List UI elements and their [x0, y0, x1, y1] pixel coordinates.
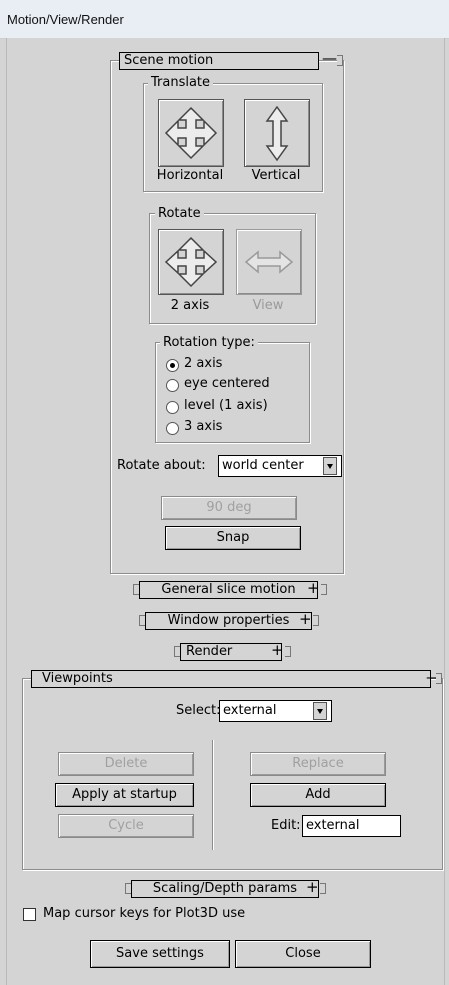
motion-view-render-window: Motion/View/Render Scene motion — Transl…: [0, 0, 449, 985]
scaling-depth-expand-icon[interactable]: +: [306, 880, 319, 896]
general-slice-motion-label: General slice motion: [161, 582, 296, 597]
window-title: Motion/View/Render: [7, 12, 124, 27]
window-properties-end: [313, 615, 319, 626]
viewpoints-header-end: [436, 673, 442, 684]
title-bar: Motion/View/Render: [0, 0, 449, 39]
scaling-depth-label: Scaling/Depth params: [152, 881, 298, 896]
render-label: Render: [186, 644, 233, 659]
scaling-depth-header-button[interactable]: Scaling/Depth params: [131, 880, 319, 898]
replace-viewpoint-button[interactable]: Replace: [250, 752, 386, 776]
four-way-arrow-icon: [164, 106, 218, 160]
window-properties-expand-icon[interactable]: +: [299, 612, 312, 628]
viewpoint-edit-value: external: [306, 818, 360, 833]
translate-vertical-button[interactable]: [244, 99, 310, 167]
translate-vertical-label: Vertical: [251, 168, 301, 183]
general-slice-motion-expand-icon[interactable]: +: [307, 581, 320, 597]
rotation-type-eye-centered-label: eye centered: [184, 376, 270, 391]
chevron-down-icon[interactable]: [323, 457, 337, 475]
cycle-viewpoint-button[interactable]: Cycle: [58, 814, 194, 838]
rotate-about-value: world center: [222, 458, 304, 473]
translate-group-title: Translate: [148, 75, 214, 90]
rotation-type-2-axis-label: 2 axis: [184, 356, 223, 371]
viewpoint-select-label: Select:: [176, 703, 221, 718]
ninety-deg-button[interactable]: 90 deg: [161, 496, 297, 520]
translate-horizontal-button[interactable]: [158, 99, 224, 167]
add-viewpoint-button[interactable]: Add: [250, 783, 386, 807]
viewpoints-header-button[interactable]: Viewpoints: [31, 670, 431, 688]
rotation-type-3-axis-label: 3 axis: [184, 419, 223, 434]
viewpoints-header-label: Viewpoints: [42, 671, 113, 686]
close-button[interactable]: Close: [235, 940, 371, 968]
apply-at-startup-button[interactable]: Apply at startup: [55, 783, 194, 807]
viewpoint-edit-field[interactable]: external: [302, 815, 401, 837]
rotate-view-button[interactable]: [236, 229, 302, 295]
render-expand-icon[interactable]: +: [271, 643, 284, 659]
rotation-type-eye-centered-radio[interactable]: [166, 379, 179, 392]
chevron-down-icon[interactable]: [313, 702, 327, 720]
rotation-type-title: Rotation type:: [160, 335, 258, 350]
horizontal-arrow-icon: [244, 250, 294, 274]
rotate-view-label: View: [252, 298, 284, 313]
vertical-arrow-icon: [265, 105, 289, 162]
delete-viewpoint-button[interactable]: Delete: [58, 752, 194, 776]
viewpoint-select-value: external: [223, 703, 277, 718]
scene-motion-collapse-icon[interactable]: —: [322, 51, 337, 67]
scene-motion-header-button[interactable]: Scene motion: [119, 52, 319, 70]
rotate-two-axis-label: 2 axis: [170, 298, 210, 313]
viewpoints-divider: [212, 740, 214, 850]
rotation-type-2-axis-radio[interactable]: [166, 359, 179, 372]
viewpoint-edit-label: Edit:: [271, 818, 301, 833]
general-slice-motion-end: [321, 584, 327, 595]
general-slice-motion-header-button[interactable]: General slice motion: [139, 581, 318, 599]
snap-button[interactable]: Snap: [165, 526, 301, 550]
render-header-button[interactable]: Render: [180, 643, 282, 661]
scene-motion-header-end: [337, 55, 343, 66]
rotation-type-level-radio[interactable]: [166, 401, 179, 414]
translate-horizontal-label: Horizontal: [156, 168, 224, 183]
rotation-type-3-axis-radio[interactable]: [166, 422, 179, 435]
four-way-arrow-icon: [164, 236, 218, 288]
scene-motion-header-label: Scene motion: [124, 53, 214, 68]
rotate-two-axis-button[interactable]: [158, 229, 224, 295]
rotate-about-label: Rotate about:: [117, 458, 206, 473]
window-properties-label: Window properties: [167, 613, 290, 628]
map-cursor-keys-checkbox[interactable]: [23, 908, 36, 921]
map-cursor-keys-label: Map cursor keys for Plot3D use: [43, 906, 246, 921]
rotate-group-title: Rotate: [155, 206, 204, 221]
render-end: [285, 646, 291, 657]
window-properties-header-button[interactable]: Window properties: [145, 612, 312, 630]
rotation-type-level-label: level (1 axis): [184, 398, 268, 413]
save-settings-button[interactable]: Save settings: [90, 940, 230, 968]
scaling-depth-end: [320, 883, 326, 894]
